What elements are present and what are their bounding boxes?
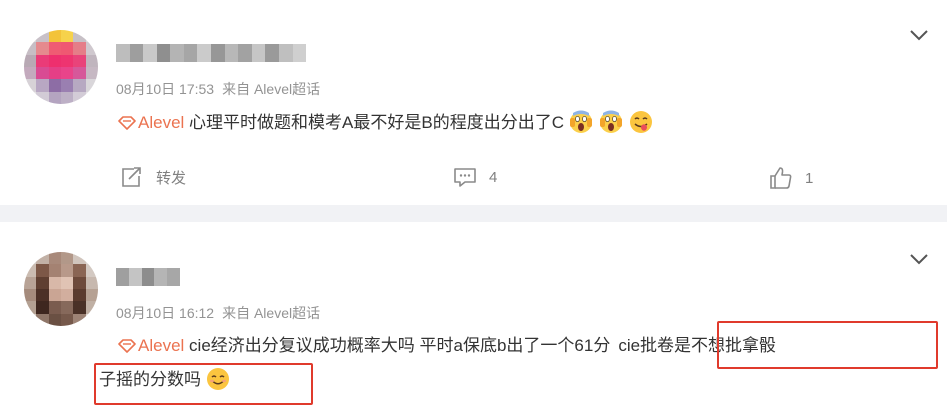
avatar[interactable]: [24, 252, 98, 326]
topic-tag-label: Alevel: [138, 113, 185, 132]
tongue-face-emoji: [630, 111, 653, 133]
comment-count: 4: [489, 168, 498, 186]
diamond-icon: [118, 116, 136, 130]
comment-icon: [454, 168, 476, 187]
screaming-face-emoji: [600, 110, 623, 133]
username-blurred[interactable]: [116, 268, 180, 286]
topic-tag-label: Alevel: [138, 336, 185, 355]
source-label[interactable]: 来自 Alevel超话: [222, 81, 320, 97]
repost-icon: [122, 167, 141, 187]
chevron-down-icon[interactable]: [909, 28, 929, 42]
post-text-part-1: cie经济出分复议成功概率大吗 平时a保底b出了一个61分: [189, 336, 611, 355]
like-button[interactable]: 1: [769, 166, 813, 190]
avatar[interactable]: [24, 30, 98, 104]
timestamp[interactable]: 08月10日 17:53: [116, 81, 214, 97]
post-meta: 08月10日 16:12 来自 Alevel超话: [116, 303, 320, 323]
screaming-face-emoji: [570, 110, 593, 133]
comment-button[interactable]: 4: [453, 166, 497, 188]
post-meta: 08月10日 17:53 来自 Alevel超话: [116, 79, 320, 99]
post-text: 心理平时做题和模考A最不好是B的程度出分出了C: [189, 113, 565, 132]
diamond-icon: [118, 339, 136, 353]
repost-label: 转发: [156, 169, 187, 187]
source-label[interactable]: 来自 Alevel超话: [222, 305, 320, 321]
topic-tag[interactable]: Alevel: [118, 113, 184, 132]
chevron-down-icon[interactable]: [909, 252, 929, 266]
topic-tag[interactable]: Alevel: [118, 336, 184, 355]
username-blurred[interactable]: [116, 44, 307, 62]
timestamp[interactable]: 08月10日 16:12: [116, 305, 214, 321]
thumbs-up-icon: [770, 167, 792, 189]
post-card-1: 08月10日 17:53 来自 Alevel超话 Alevel 心理平时做题和模考…: [0, 0, 947, 205]
highlight-box-1: [717, 321, 938, 369]
repost-button[interactable]: 转发: [120, 166, 186, 188]
highlight-box-2: [94, 363, 313, 405]
like-count: 1: [805, 169, 814, 187]
post-content-line-1: Alevel cie经济出分复议成功概率大吗 平时a保底b出了一个61分 cie批…: [118, 329, 776, 363]
post-content: Alevel 心理平时做题和模考A最不好是B的程度出分出了C: [118, 106, 654, 140]
